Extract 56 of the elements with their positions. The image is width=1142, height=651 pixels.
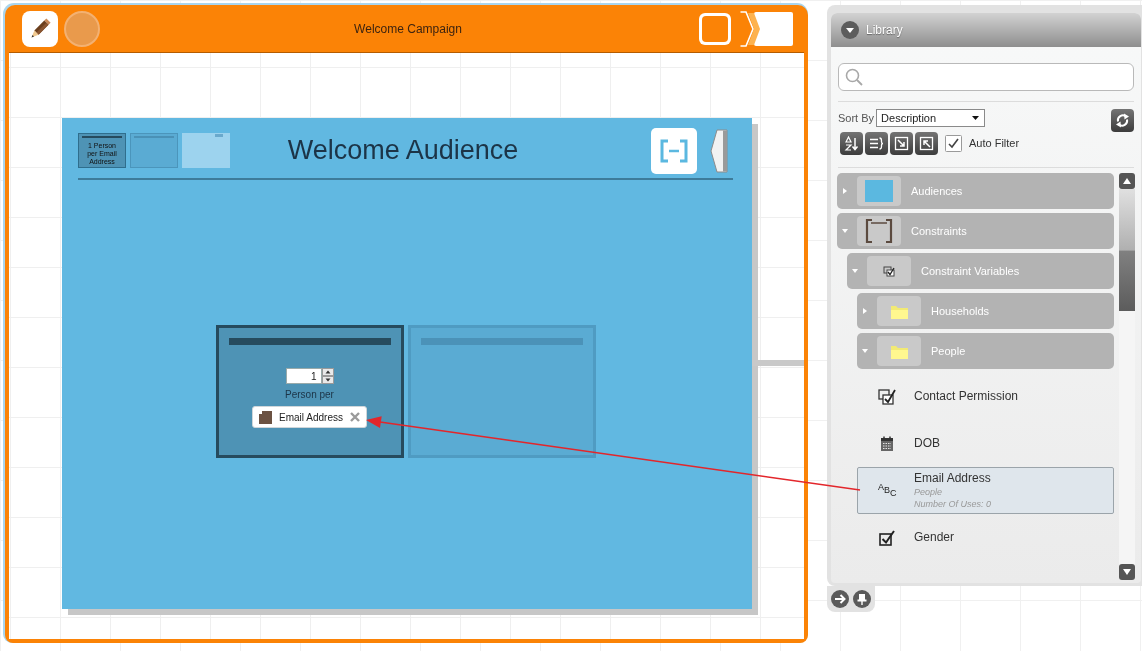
spin-down-icon[interactable]: [321, 376, 334, 384]
block-icon: [259, 410, 273, 424]
pin-icon[interactable]: [853, 590, 871, 608]
checkbox-icon: [878, 528, 896, 547]
toolbar-button[interactable]: [915, 132, 938, 155]
caret-icon: [972, 116, 980, 120]
tag-label: Email Address: [279, 410, 343, 425]
folder-icon: [877, 336, 921, 366]
toolbar-button[interactable]: [890, 132, 913, 155]
constraint-caption: Person per: [285, 389, 334, 401]
variable-tag[interactable]: Email Address: [252, 406, 367, 428]
constraint-box[interactable]: 1 Person per Email Address: [215, 325, 404, 458]
folder-icon: [877, 296, 921, 326]
search-field[interactable]: [838, 63, 1134, 91]
audience-title: Welcome Audience: [287, 134, 519, 168]
number-field[interactable]: 1: [285, 368, 322, 384]
circle-caret-icon[interactable]: [841, 21, 859, 39]
tree-item[interactable]: Gender: [857, 514, 1114, 561]
window-title: Welcome Campaign: [354, 20, 462, 38]
arrow-box-icon: [919, 136, 934, 151]
tree-item[interactable]: Contact Permission: [857, 373, 1114, 420]
pencil-button[interactable]: [22, 10, 58, 47]
constraint-thumbnail[interactable]: [130, 133, 178, 168]
calendar-icon: [878, 434, 896, 453]
window-button[interactable]: [699, 12, 731, 45]
blank-thumbnail[interactable]: [182, 133, 230, 168]
checklist-icon: [878, 387, 896, 406]
scroll-up-icon[interactable]: [1119, 173, 1135, 189]
search-icon: [845, 68, 863, 86]
lines-brace-icon: [869, 136, 884, 151]
window-icon: [702, 15, 728, 42]
sort-label: Sort By: [838, 110, 875, 126]
side-tab-icon[interactable]: [710, 128, 728, 173]
sort-arrow-icon: [844, 136, 859, 151]
arrow-right-icon[interactable]: [831, 590, 849, 608]
toolbar-button[interactable]: [840, 132, 863, 155]
close-icon[interactable]: [349, 412, 360, 422]
refresh-button[interactable]: [1111, 109, 1134, 132]
bracket-icon: [659, 138, 689, 163]
scroll-down-icon[interactable]: [1119, 564, 1135, 580]
chevron-tab-icon[interactable]: [739, 10, 794, 47]
scroll-thumb[interactable]: [1119, 189, 1135, 311]
arrow-box-icon: [894, 136, 909, 151]
square-icon: [857, 176, 901, 206]
spin-up-icon[interactable]: [321, 368, 334, 376]
bracket-icon: [857, 216, 901, 246]
library-title: Library: [866, 22, 903, 39]
text-type-icon: ABC: [878, 481, 896, 500]
refresh-icon: [1115, 113, 1130, 128]
sort-select[interactable]: Description: [876, 109, 986, 127]
tree-item[interactable]: ABC Email Address People Number Of Uses: 0: [857, 467, 1114, 514]
toolbar-button[interactable]: [865, 132, 888, 155]
checkbox[interactable]: [945, 135, 962, 152]
checklist-icon: [867, 256, 911, 286]
tree-item[interactable]: DOB: [857, 420, 1114, 467]
auto-filter-label: Auto Filter: [969, 136, 1020, 152]
